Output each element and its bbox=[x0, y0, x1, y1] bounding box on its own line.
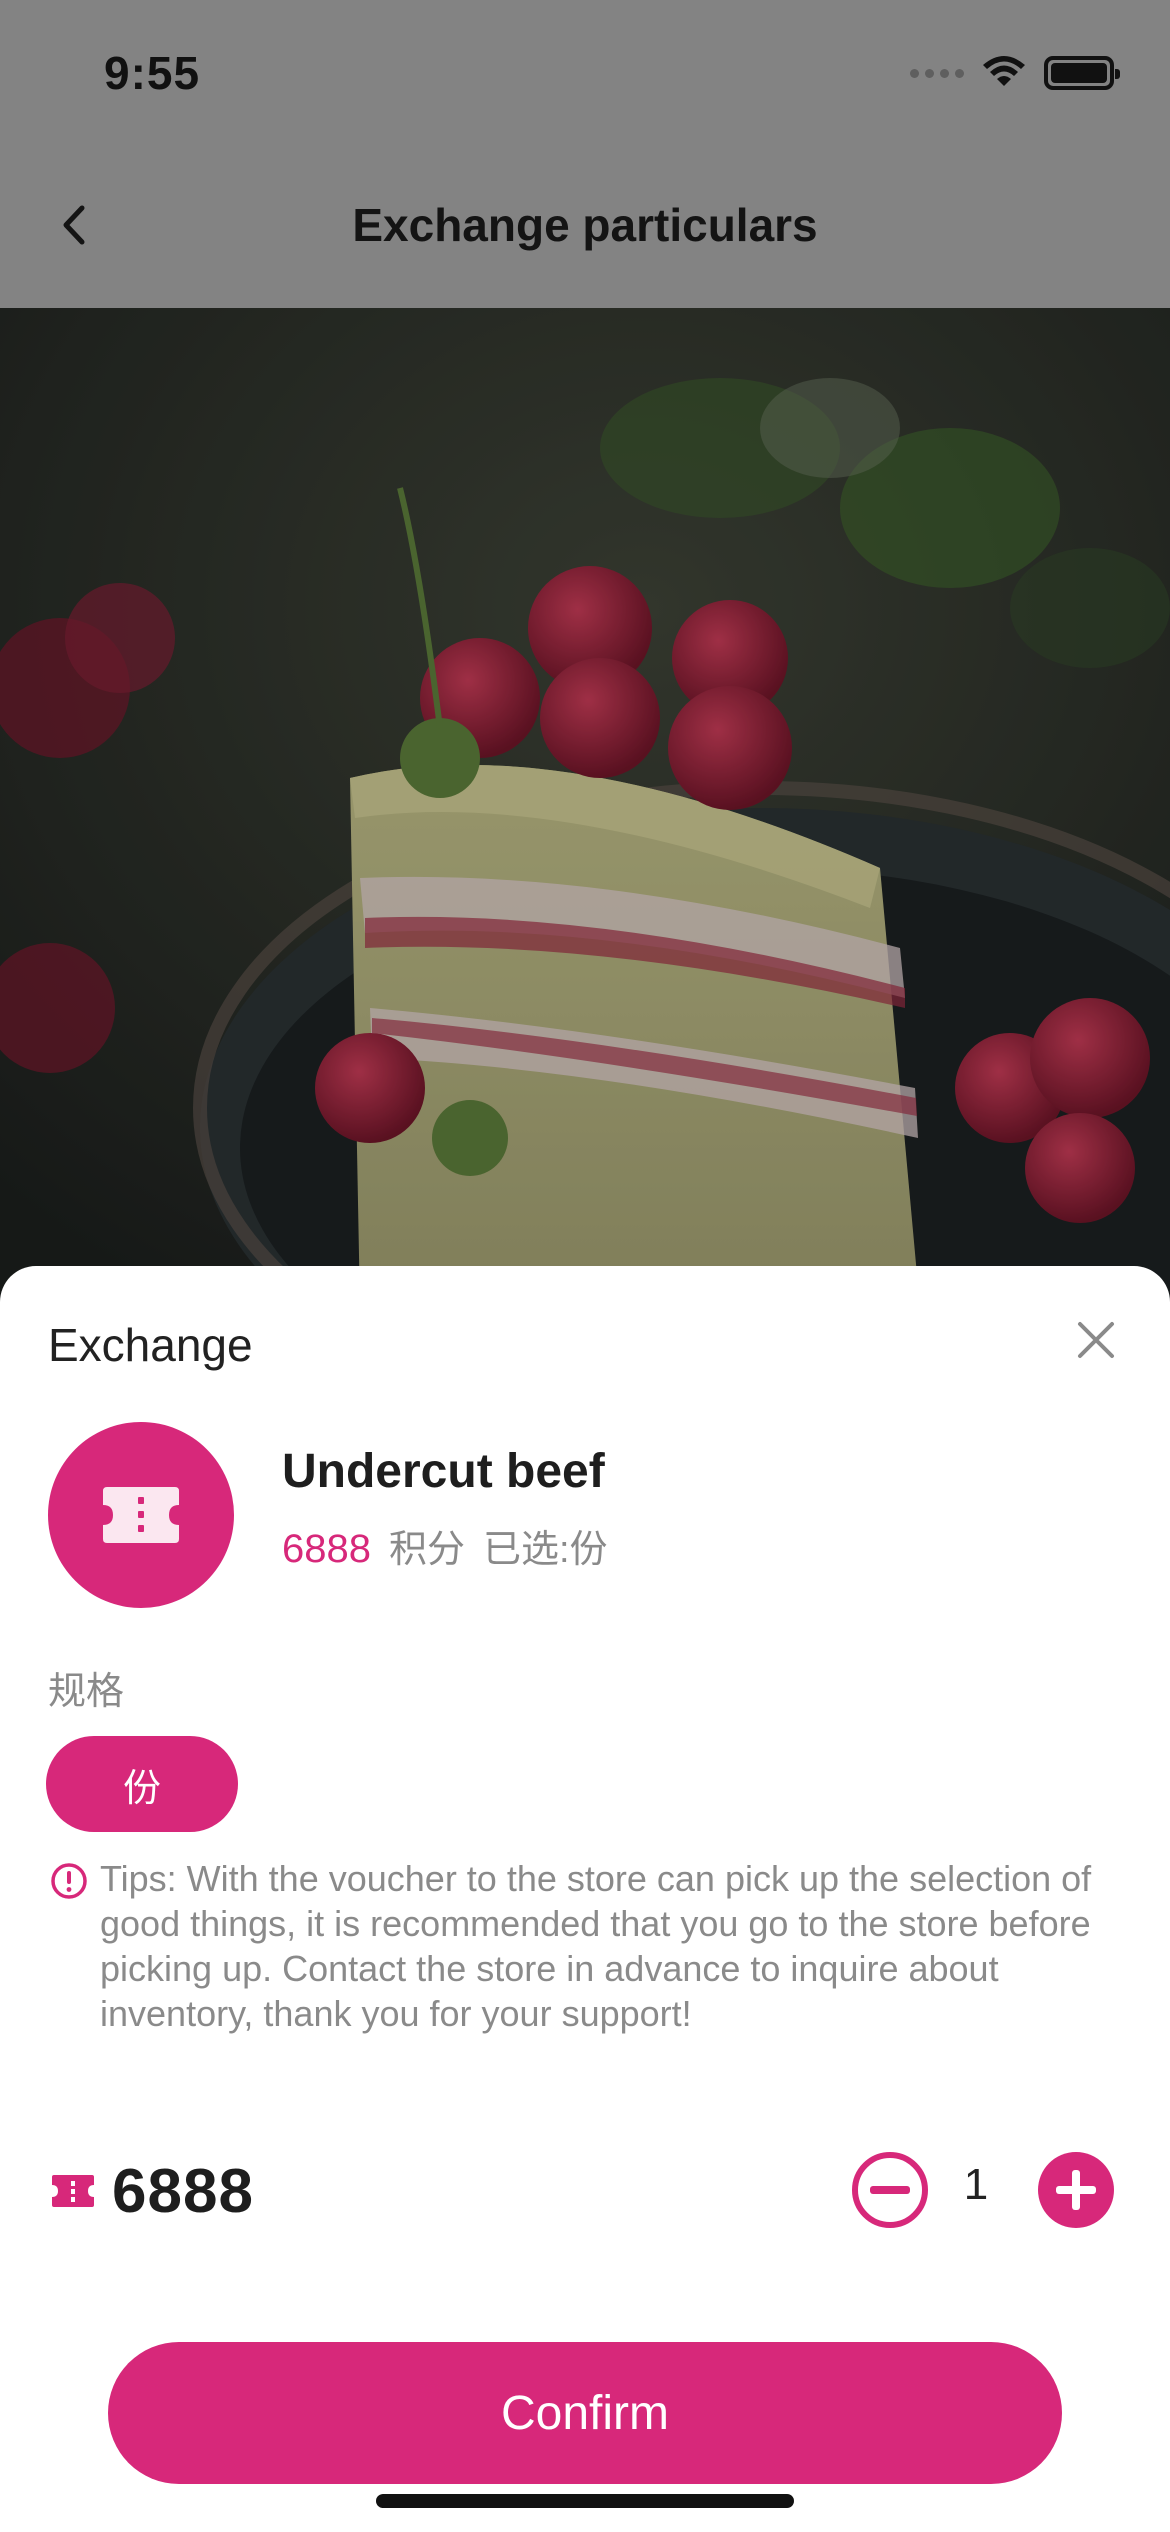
quantity-value: 1 bbox=[963, 2160, 989, 2209]
plus-circle-icon[interactable] bbox=[1036, 2150, 1116, 2230]
status-time: 9:55 bbox=[104, 47, 201, 99]
total-points: 6888 bbox=[112, 2157, 254, 2226]
page-title: Exchange particulars bbox=[352, 199, 818, 251]
product-points: 6888 bbox=[282, 1527, 371, 1571]
spec-option[interactable]: 份 bbox=[46, 1736, 238, 1832]
points-unit: 积分 bbox=[388, 1529, 465, 1571]
status-icons bbox=[910, 56, 1120, 90]
product-avatar bbox=[48, 1422, 234, 1608]
product-image bbox=[0, 308, 1170, 1308]
home-indicator bbox=[376, 2494, 794, 2508]
confirm-button[interactable]: Confirm bbox=[108, 2342, 1062, 2484]
tips-text: Tips: With the voucher to the store can … bbox=[100, 1858, 1092, 2034]
sheet-title: Exchange bbox=[48, 1319, 253, 1371]
minus-circle-icon[interactable] bbox=[850, 2150, 930, 2230]
signal-icon bbox=[910, 68, 964, 78]
battery-icon bbox=[1044, 56, 1120, 90]
wifi-icon bbox=[983, 56, 1025, 86]
nav-bar: Exchange particulars bbox=[0, 140, 1170, 308]
close-icon[interactable] bbox=[1074, 1318, 1118, 1362]
exchange-sheet: Exchange Undercut beef 6888 积分 已选:份 规格 份… bbox=[0, 1266, 1170, 2532]
status-bar: 9:55 bbox=[0, 0, 1170, 140]
ticket-icon bbox=[52, 2175, 94, 2207]
selected-spec: 已选:份 bbox=[483, 1529, 608, 1571]
ticket-icon bbox=[103, 1487, 179, 1543]
alert-circle-icon bbox=[51, 1863, 87, 1899]
product-meta: 6888 积分 已选:份 bbox=[282, 1518, 608, 1573]
product-name: Undercut beef bbox=[282, 1445, 605, 1498]
spec-label: 规格 bbox=[48, 1671, 125, 1713]
